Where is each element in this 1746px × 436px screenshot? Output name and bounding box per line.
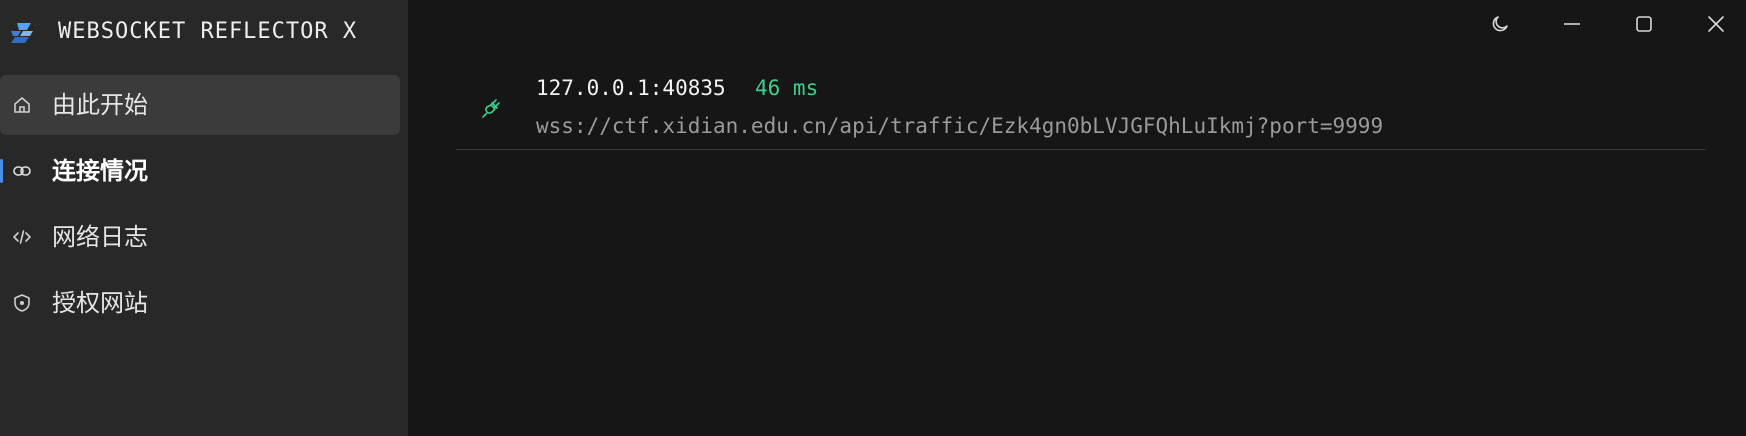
close-button[interactable] [1692,8,1740,40]
close-icon [1708,16,1724,32]
theme-moon-icon [1492,16,1508,32]
connection-row[interactable]: 127.0.0.1:40835 46 ms wss://ctf.xidian.e… [456,70,1706,150]
connection-latency: 46 ms [755,76,819,100]
home-icon [14,97,30,113]
sidebar-item-label: 网络日志 [52,223,148,251]
sidebar-item-label: 由此开始 [52,91,148,119]
connection-url: wss://ctf.xidian.edu.cn/api/traffic/Ezk4… [536,114,1384,138]
minimize-button[interactable] [1548,8,1596,40]
sidebar-item-authorized-sites[interactable]: 授权网站 [0,273,400,333]
maximize-button[interactable] [1620,8,1668,40]
sidebar-item-connections[interactable]: 连接情况 [0,141,400,201]
sidebar-item-label: 授权网站 [52,289,148,317]
plug-connected-icon [482,99,500,118]
code-icon [13,230,31,244]
maximize-icon [1636,16,1652,32]
shield-icon [14,294,30,312]
theme-toggle-button[interactable] [1476,8,1524,40]
sidebar-item-get-started[interactable]: 由此开始 [0,75,400,135]
link-icon [13,166,31,176]
active-indicator [0,159,3,183]
websocket-logo-icon [11,23,33,43]
sidebar-item-network-log[interactable]: 网络日志 [0,207,400,267]
connection-address: 127.0.0.1:40835 [536,76,726,100]
minimize-icon [1564,23,1580,25]
app-header: WEBSOCKET REFLECTOR X [0,0,408,62]
app-title: WEBSOCKET REFLECTOR X [58,19,358,44]
sidebar: WEBSOCKET REFLECTOR X 由此开始 连接情况 网络日志 授权网… [0,0,408,436]
sidebar-item-label: 连接情况 [52,157,148,185]
row-divider [456,149,1706,150]
